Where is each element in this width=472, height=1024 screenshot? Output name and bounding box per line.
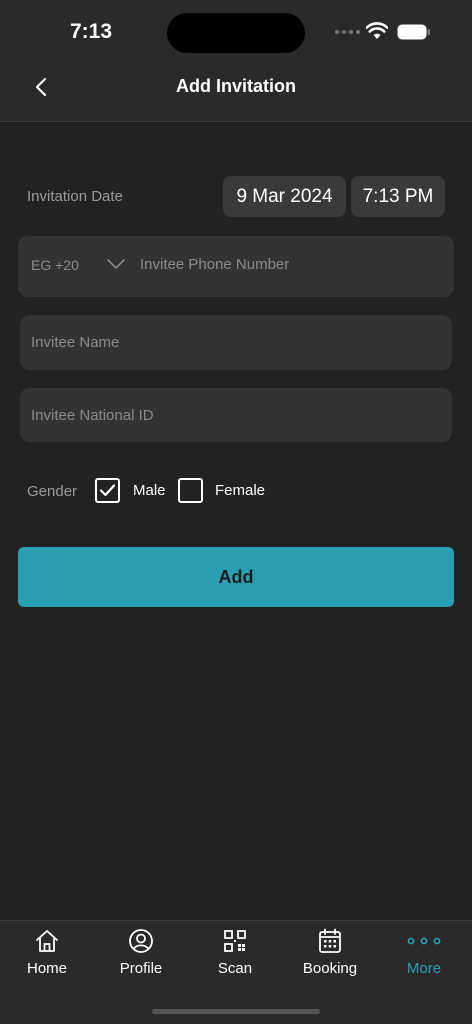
page-title: Add Invitation bbox=[176, 76, 296, 96]
male-checkbox[interactable] bbox=[95, 478, 120, 503]
gender-label: Gender bbox=[27, 483, 78, 500]
time-picker-button[interactable]: 7:13 PM bbox=[351, 176, 445, 217]
cellular-signal-icon bbox=[335, 30, 360, 34]
phone-number-input[interactable]: Invitee Phone Number bbox=[140, 256, 289, 273]
header: Add Invitation bbox=[0, 60, 472, 122]
invitee-national-id-input[interactable]: Invitee National ID bbox=[20, 388, 452, 442]
invitee-name-placeholder: Invitee Name bbox=[31, 334, 120, 351]
tab-more[interactable]: More bbox=[377, 927, 471, 983]
tab-more-label: More bbox=[406, 960, 442, 977]
add-button[interactable]: Add bbox=[18, 547, 454, 607]
home-indicator bbox=[152, 1009, 320, 1014]
tab-booking[interactable]: Booking bbox=[283, 927, 377, 983]
male-label[interactable]: Male bbox=[133, 482, 166, 499]
invitation-date-row: Invitation Date 9 Mar 2024 7:13 PM bbox=[0, 176, 472, 218]
wifi-icon bbox=[366, 22, 388, 39]
checkmark-icon bbox=[99, 484, 116, 497]
qr-code-icon bbox=[224, 930, 246, 952]
female-checkbox[interactable] bbox=[178, 478, 203, 503]
tab-scan-label: Scan bbox=[217, 960, 253, 977]
phone-field: EG +20 Invitee Phone Number bbox=[18, 236, 454, 297]
battery-icon bbox=[397, 24, 430, 40]
status-bar: 7:13 bbox=[0, 0, 472, 60]
gender-row: Gender Male Female bbox=[0, 475, 472, 507]
female-label[interactable]: Female bbox=[215, 482, 265, 499]
tab-booking-label: Booking bbox=[302, 960, 358, 977]
invitee-national-id-placeholder: Invitee National ID bbox=[31, 407, 154, 424]
chevron-down-icon[interactable] bbox=[107, 259, 125, 269]
tab-home[interactable]: Home bbox=[0, 927, 94, 983]
country-code-select[interactable]: EG +20 bbox=[31, 257, 79, 273]
tab-scan[interactable]: Scan bbox=[188, 927, 282, 983]
tab-profile-label: Profile bbox=[119, 960, 163, 977]
date-picker-button[interactable]: 9 Mar 2024 bbox=[223, 176, 346, 217]
invitee-name-input[interactable]: Invitee Name bbox=[20, 315, 452, 370]
home-icon bbox=[36, 930, 58, 952]
dynamic-island bbox=[167, 13, 305, 53]
tab-profile[interactable]: Profile bbox=[94, 927, 188, 983]
user-circle-icon bbox=[129, 929, 153, 953]
tab-home-label: Home bbox=[26, 960, 67, 977]
calendar-icon bbox=[319, 928, 341, 953]
status-time: 7:13 bbox=[70, 20, 113, 43]
more-dots-icon bbox=[407, 937, 441, 945]
invitation-date-label: Invitation Date bbox=[27, 188, 123, 205]
